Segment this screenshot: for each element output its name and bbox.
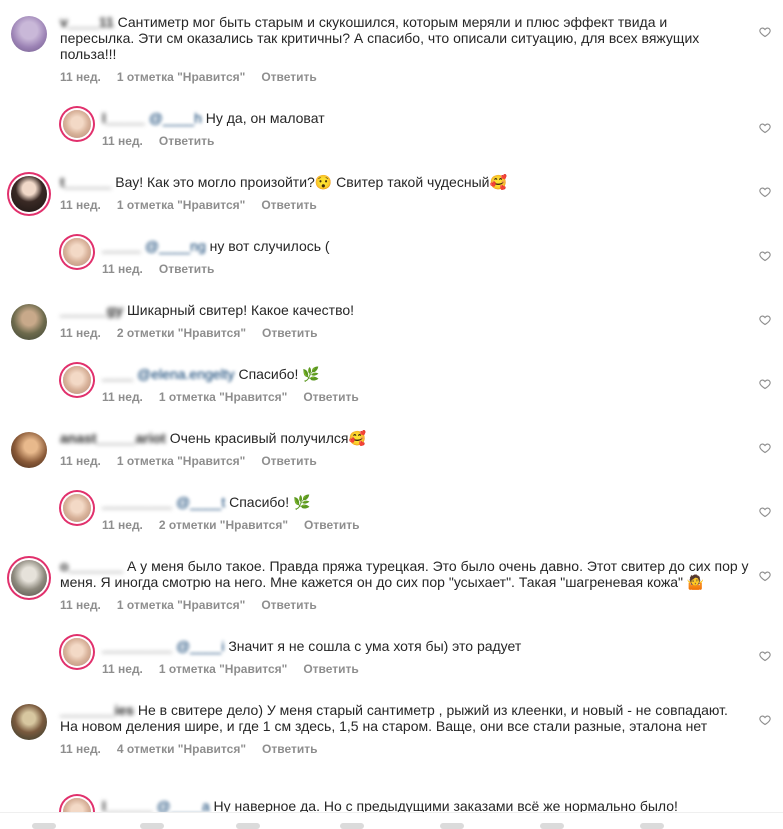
likes-count[interactable]: 1 отметка "Нравится": [117, 198, 245, 212]
reply-button[interactable]: Ответить: [303, 662, 358, 676]
reply-button[interactable]: Ответить: [304, 518, 359, 532]
username[interactable]: anast_____ariot: [60, 430, 166, 446]
likes-count[interactable]: 1 отметка "Нравится": [117, 454, 245, 468]
username[interactable]: o_______: [60, 558, 123, 574]
mention-link[interactable]: @____h: [149, 110, 202, 126]
mention-link[interactable]: @____i: [176, 638, 224, 654]
comment-body: Шикарный свитер! Какое качество!: [126, 302, 355, 318]
username[interactable]: l_____: [102, 110, 145, 126]
likes-count[interactable]: 2 отметки "Нравится": [117, 326, 246, 340]
avatar[interactable]: [63, 110, 91, 138]
comment-body: А у меня было такое. Правда пряжа турецк…: [60, 558, 749, 590]
username[interactable]: v____11: [60, 14, 114, 30]
comment-body: Вау! Как это могло произойти?😯 Свитер та…: [115, 174, 507, 190]
reply-button[interactable]: Ответить: [262, 326, 317, 340]
nav-dot: [32, 823, 56, 829]
heart-outline-icon[interactable]: [759, 442, 771, 454]
heart-outline-icon[interactable]: [759, 506, 771, 518]
timestamp[interactable]: 11 нед.: [102, 262, 143, 276]
timestamp[interactable]: 11 нед.: [102, 134, 143, 148]
heart-outline-icon[interactable]: [759, 378, 771, 390]
heart-outline-icon[interactable]: [759, 122, 771, 134]
comment-body: Спасибо! 🌿: [238, 366, 320, 382]
nav-dot: [640, 823, 664, 829]
likes-count[interactable]: 2 отметки "Нравится": [159, 518, 288, 532]
comment-body: Ну да, он маловат: [205, 110, 325, 126]
nav-dot: [340, 823, 364, 829]
avatar[interactable]: [11, 16, 47, 52]
avatar[interactable]: [63, 494, 91, 522]
mention-link[interactable]: @elena.engelty: [137, 366, 235, 382]
avatar[interactable]: [11, 432, 47, 468]
comment-text: v____11 Сантиметр мог быть старым и скук…: [60, 14, 740, 62]
username[interactable]: _________: [102, 494, 172, 510]
reply-button[interactable]: Ответить: [261, 454, 316, 468]
likes-count[interactable]: 1 отметка "Нравится": [159, 662, 287, 676]
reply-button[interactable]: Ответить: [261, 198, 316, 212]
username[interactable]: _____: [102, 238, 141, 254]
timestamp[interactable]: 11 нед.: [60, 198, 101, 212]
reply-button[interactable]: Ответить: [261, 598, 316, 612]
comment-body: Спасибо! 🌿: [229, 494, 311, 510]
reply-button[interactable]: Ответить: [303, 390, 358, 404]
comment-body: ну вот случилось (: [209, 238, 330, 254]
username[interactable]: _________: [102, 638, 172, 654]
mention-link[interactable]: @____ng: [145, 238, 206, 254]
heart-outline-icon[interactable]: [759, 314, 771, 326]
nav-dot: [140, 823, 164, 829]
avatar[interactable]: [63, 638, 91, 666]
comment-body: Очень красивый получился🥰: [169, 430, 366, 446]
avatar[interactable]: [11, 704, 47, 740]
reply-button[interactable]: Ответить: [159, 134, 214, 148]
timestamp[interactable]: 11 нед.: [60, 454, 101, 468]
username[interactable]: ______gy: [60, 302, 123, 318]
username[interactable]: t______: [60, 174, 111, 190]
timestamp[interactable]: 11 нед.: [60, 742, 101, 756]
nav-dot: [540, 823, 564, 829]
heart-outline-icon[interactable]: [759, 714, 771, 726]
avatar[interactable]: [11, 176, 47, 212]
timestamp[interactable]: 11 нед.: [102, 518, 143, 532]
heart-outline-icon[interactable]: [759, 570, 771, 582]
username[interactable]: ____: [102, 366, 133, 382]
avatar[interactable]: [11, 560, 47, 596]
likes-count[interactable]: 4 отметки "Нравится": [117, 742, 246, 756]
bottom-edge: [0, 812, 783, 829]
timestamp[interactable]: 11 нед.: [60, 70, 101, 84]
heart-outline-icon[interactable]: [759, 250, 771, 262]
comment-body: Не в свитере дело) У меня старый сантиме…: [60, 702, 728, 734]
timestamp[interactable]: 11 нед.: [60, 598, 101, 612]
username[interactable]: _______ies: [60, 702, 134, 718]
reply-button[interactable]: Ответить: [159, 262, 214, 276]
avatar[interactable]: [63, 238, 91, 266]
likes-count[interactable]: 1 отметка "Нравится": [117, 70, 245, 84]
comment-body: Сантиметр мог быть старым и скукошился, …: [60, 14, 700, 62]
likes-count[interactable]: 1 отметка "Нравится": [117, 598, 245, 612]
likes-count[interactable]: 1 отметка "Нравится": [159, 390, 287, 404]
heart-outline-icon[interactable]: [759, 26, 771, 38]
heart-outline-icon[interactable]: [759, 650, 771, 662]
nav-dot: [440, 823, 464, 829]
timestamp[interactable]: 11 нед.: [102, 390, 143, 404]
comment-body: Значит я не сошла с ума хотя бы) это рад…: [228, 638, 522, 654]
mention-link[interactable]: @____t: [176, 494, 225, 510]
nav-dot: [236, 823, 260, 829]
avatar[interactable]: [63, 366, 91, 394]
comment-meta: 11 нед. 1 отметка "Нравится" Ответить: [60, 70, 740, 84]
reply-button[interactable]: Ответить: [261, 70, 316, 84]
timestamp[interactable]: 11 нед.: [102, 662, 143, 676]
heart-outline-icon[interactable]: [759, 186, 771, 198]
timestamp[interactable]: 11 нед.: [60, 326, 101, 340]
reply-button[interactable]: Ответить: [262, 742, 317, 756]
avatar[interactable]: [11, 304, 47, 340]
